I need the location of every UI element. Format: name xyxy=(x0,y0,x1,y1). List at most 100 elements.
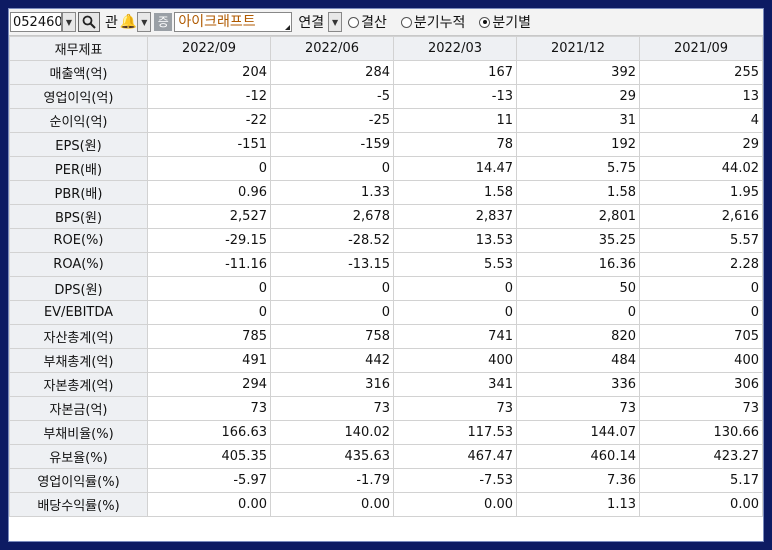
table-row: PER(배) 0 0 14.47 5.75 44.02 xyxy=(9,156,763,181)
table-cell: 130.66 xyxy=(639,420,763,445)
row-label: EPS(원) xyxy=(9,132,148,157)
table-cell: 392 xyxy=(516,60,640,85)
bell-icon[interactable]: 🔔 xyxy=(120,14,137,30)
table-cell: -159 xyxy=(270,132,394,157)
table-cell: -7.53 xyxy=(393,468,517,493)
row-label: ROA(%) xyxy=(9,252,148,277)
table-cell: 73 xyxy=(393,396,517,421)
table-cell: 2,616 xyxy=(639,204,763,229)
company-name-text: 아이크래프트 xyxy=(178,14,256,30)
table-row: EV/EBITDA 0 0 0 0 0 xyxy=(9,300,763,325)
table-cell: 2,837 xyxy=(393,204,517,229)
table-cell: -22 xyxy=(147,108,271,133)
table-cell: 192 xyxy=(516,132,640,157)
stock-code-dropdown-button[interactable]: ▼ xyxy=(62,12,76,32)
table-row: EPS(원) -151 -159 78 192 29 xyxy=(9,132,763,157)
radio-circle-icon xyxy=(348,16,360,28)
table-cell: 5.57 xyxy=(639,228,763,253)
table-cell: 35.25 xyxy=(516,228,640,253)
table-cell: -13.15 xyxy=(270,252,394,277)
table-cell: 78 xyxy=(393,132,517,157)
table-cell: 1.58 xyxy=(393,180,517,205)
table-cell: 1.33 xyxy=(270,180,394,205)
radio-label: 결산 xyxy=(361,15,387,31)
stock-code-input[interactable]: 052460 xyxy=(10,12,62,32)
radio-quarter-cumulative[interactable]: 분기누적 xyxy=(400,12,466,32)
watchlist-toggle[interactable]: 관 xyxy=(105,12,118,32)
column-header-period[interactable]: 2021/12 xyxy=(516,36,640,61)
table-cell: 0 xyxy=(270,300,394,325)
table-cell: 484 xyxy=(516,348,640,373)
table-cell: -28.52 xyxy=(270,228,394,253)
table-cell: 13.53 xyxy=(393,228,517,253)
radio-quarterly[interactable]: 분기별 xyxy=(479,12,531,32)
table-row: 매출액(억) 204 284 167 392 255 xyxy=(9,60,763,85)
table-cell: 0.00 xyxy=(147,492,271,517)
table-cell: 29 xyxy=(639,132,763,157)
table-cell: -12 xyxy=(147,84,271,109)
table-cell: 467.47 xyxy=(393,444,517,469)
table-cell: 1.13 xyxy=(516,492,640,517)
table-cell: 14.47 xyxy=(393,156,517,181)
financial-summary-window: 052460 ▼ 관 🔔 ▼ 증 아이크래프트 연결 ▼ 결산 분기누적 분기별… xyxy=(8,8,764,542)
company-name-field[interactable]: 아이크래프트 xyxy=(174,12,293,32)
column-header-period[interactable]: 2022/03 xyxy=(393,36,517,61)
table-cell: 0 xyxy=(147,156,271,181)
column-header-period[interactable]: 2022/09 xyxy=(147,36,271,61)
row-label: PBR(배) xyxy=(9,180,148,205)
table-cell: 31 xyxy=(516,108,640,133)
table-cell: 204 xyxy=(147,60,271,85)
row-label: 영업이익률(%) xyxy=(9,468,148,493)
table-cell: 0 xyxy=(270,276,394,301)
table-cell: 2.28 xyxy=(639,252,763,277)
table-cell: -5.97 xyxy=(147,468,271,493)
alert-dropdown-button[interactable]: ▼ xyxy=(137,12,152,32)
table-cell: 284 xyxy=(270,60,394,85)
table-cell: 2,678 xyxy=(270,204,394,229)
column-header-period[interactable]: 2022/06 xyxy=(270,36,394,61)
row-label: EV/EBITDA xyxy=(9,300,148,325)
table-cell: 758 xyxy=(270,324,394,349)
chevron-down-icon: ▼ xyxy=(332,17,339,27)
row-label: 영업이익(억) xyxy=(9,84,148,109)
table-row: 유보율(%) 405.35 435.63 467.47 460.14 423.27 xyxy=(9,444,763,469)
table-cell: 491 xyxy=(147,348,271,373)
table-cell: 400 xyxy=(393,348,517,373)
column-header-label[interactable]: 재무제표 xyxy=(9,36,148,61)
consolidation-dropdown-button[interactable]: ▼ xyxy=(328,12,343,32)
table-cell: 0 xyxy=(147,276,271,301)
radio-annual[interactable]: 결산 xyxy=(348,12,387,32)
row-label: 순이익(억) xyxy=(9,108,148,133)
row-label: ROE(%) xyxy=(9,228,148,253)
table-cell: -5 xyxy=(270,84,394,109)
table-cell: -13 xyxy=(393,84,517,109)
table-cell: 167 xyxy=(393,60,517,85)
market-badge: 증 xyxy=(154,13,173,31)
table-cell: 785 xyxy=(147,324,271,349)
radio-label: 분기별 xyxy=(492,15,532,31)
table-cell: 741 xyxy=(393,324,517,349)
table-cell: 306 xyxy=(639,372,763,397)
table-cell: 423.27 xyxy=(639,444,763,469)
table-cell: 0 xyxy=(639,276,763,301)
table-cell: 144.07 xyxy=(516,420,640,445)
table-cell: 0.00 xyxy=(270,492,394,517)
radio-label: 분기누적 xyxy=(413,15,466,31)
table-cell: 5.53 xyxy=(393,252,517,277)
table-cell: 2,801 xyxy=(516,204,640,229)
column-header-period[interactable]: 2021/09 xyxy=(639,36,763,61)
table-cell: 341 xyxy=(393,372,517,397)
table-cell: 117.53 xyxy=(393,420,517,445)
table-cell: 0 xyxy=(393,276,517,301)
table-header-row: 재무제표 2022/09 2022/06 2022/03 2021/12 2021/09 xyxy=(9,36,763,61)
row-label: DPS(원) xyxy=(9,276,148,301)
table-cell: 255 xyxy=(639,60,763,85)
table-cell: 0 xyxy=(147,300,271,325)
row-label: 유보율(%) xyxy=(9,444,148,469)
table-cell: 13 xyxy=(639,84,763,109)
table-row: BPS(원) 2,527 2,678 2,837 2,801 2,616 xyxy=(9,204,763,229)
table-cell: -25 xyxy=(270,108,394,133)
search-button[interactable] xyxy=(78,12,100,32)
table-row: 부채총계(억) 491 442 400 484 400 xyxy=(9,348,763,373)
table-cell: 50 xyxy=(516,276,640,301)
